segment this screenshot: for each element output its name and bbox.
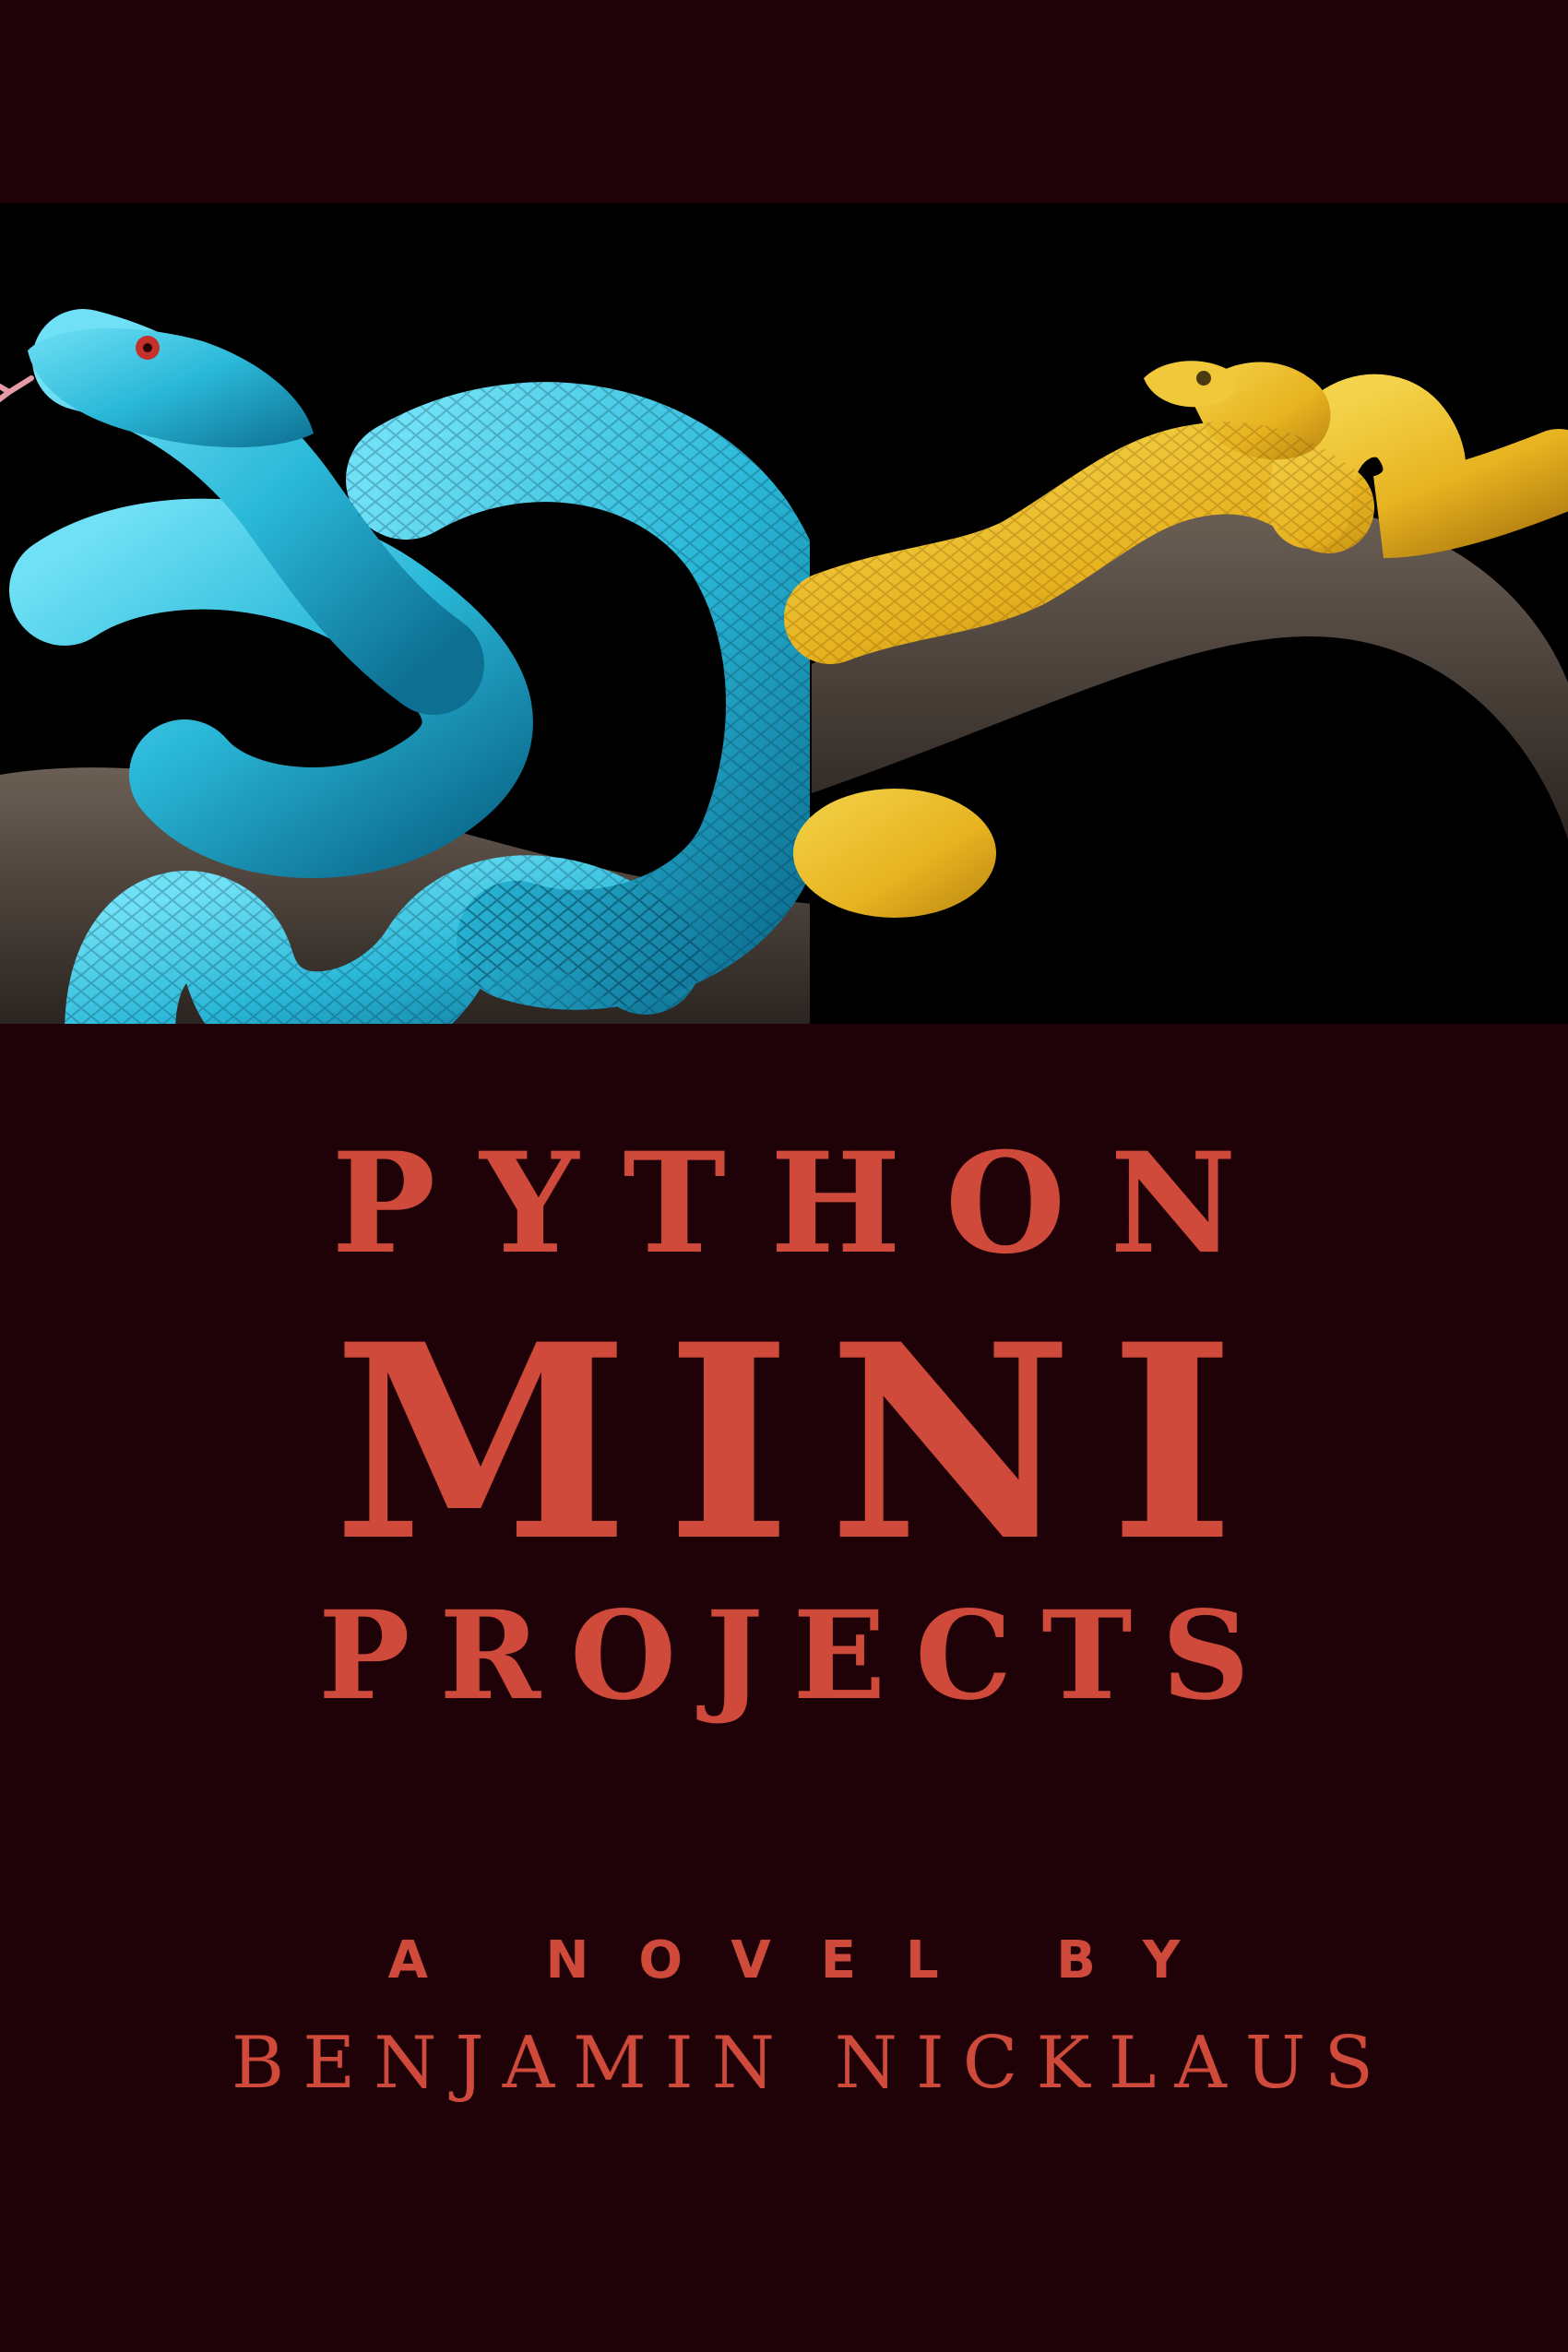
snake-photo-illustration [0,203,1568,1024]
yellow-eyelash-viper-snake [784,203,1568,1024]
blue-viper-snake [0,309,846,1024]
byline: A NOVEL BY [387,1930,1230,1990]
author-name: BENJAMIN NICKLAUS [231,2022,1393,2105]
title-line-projects: PROJECTS [318,1585,1279,1728]
title-line-python: PYTHON [331,1123,1281,1285]
title-line-mini: MINI [333,1287,1272,1600]
cover-photo-band [0,203,1568,1024]
book-cover: PYTHON MINI PROJECTS A NOVEL BY BENJAMIN… [0,0,1568,2352]
